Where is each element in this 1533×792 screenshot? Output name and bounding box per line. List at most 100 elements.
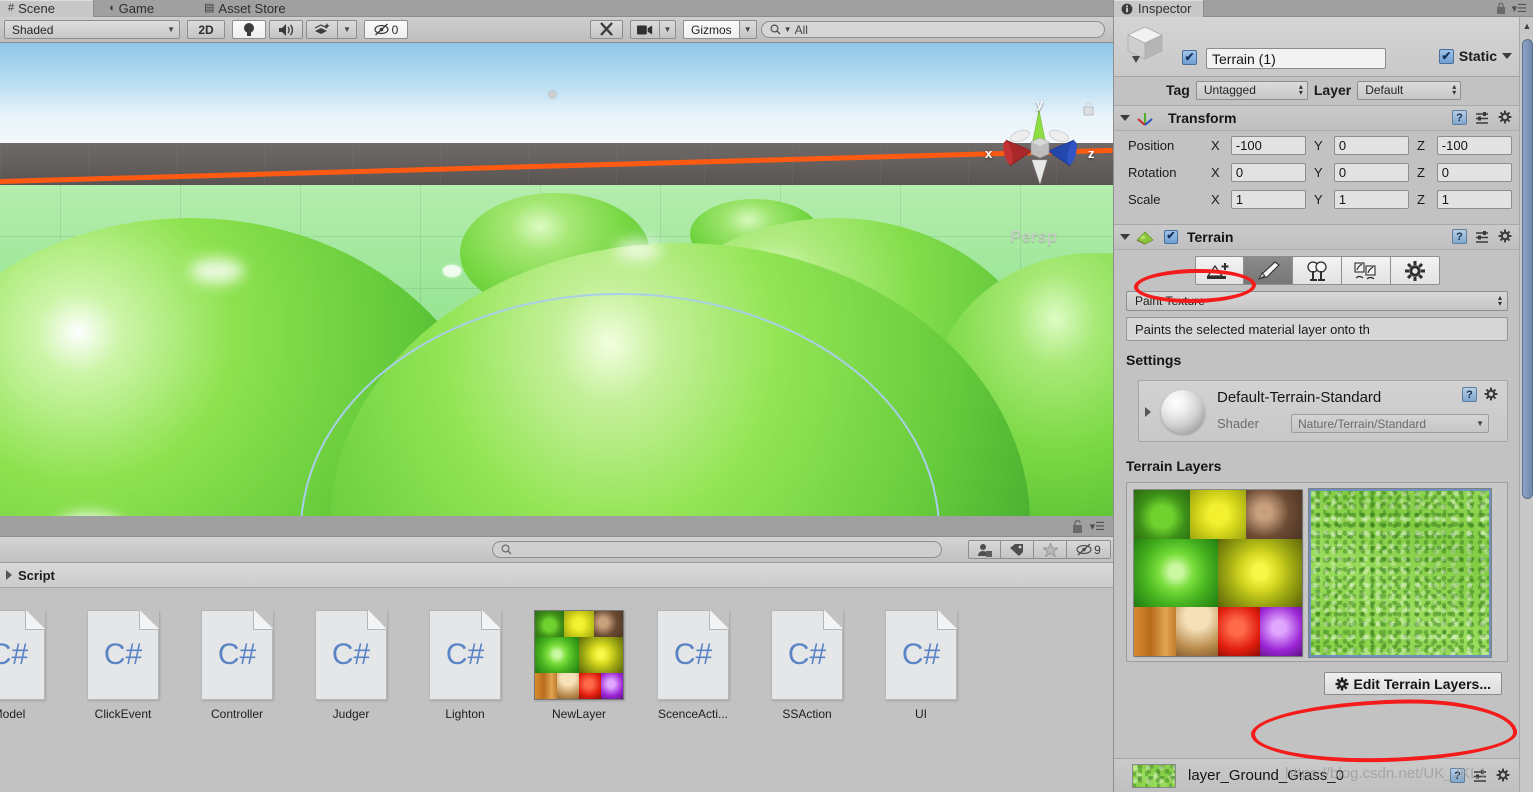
gear-icon[interactable] — [1498, 110, 1513, 125]
inspector-scrollbar[interactable]: ▲ — [1519, 17, 1533, 792]
scene-lighting-toggle[interactable] — [232, 20, 266, 39]
perspective-label: Persp — [1010, 227, 1058, 246]
rotation-z-input[interactable]: 0 — [1436, 163, 1512, 182]
list-item[interactable]: C# ScenceActi... — [636, 610, 750, 721]
list-item[interactable]: C# Model — [0, 610, 66, 721]
asset-thumbnail: C# — [885, 610, 957, 700]
scene-fx-dropdown[interactable]: ▼ — [338, 20, 357, 39]
csharp-file-icon: C# — [657, 610, 729, 700]
lock-icon[interactable] — [1082, 101, 1095, 116]
terrain-component-header[interactable]: ✔ Terrain ? — [1114, 224, 1520, 250]
toggle-2d-button[interactable]: 2D — [187, 20, 225, 39]
scale-z-input[interactable]: 1 — [1436, 190, 1512, 209]
list-item[interactable]: C# Judger — [294, 610, 408, 721]
transform-component-header[interactable]: Transform ? — [1114, 105, 1520, 131]
scene-audio-toggle[interactable] — [269, 20, 303, 39]
filter-by-type-button[interactable] — [968, 540, 1001, 559]
position-z-input[interactable]: -100 — [1436, 136, 1512, 155]
list-item[interactable]: NewLayer — [522, 610, 636, 721]
gameobject-cube-icon — [1127, 26, 1163, 63]
chevron-down-icon[interactable] — [1502, 53, 1512, 59]
paint-texture-tool[interactable] — [1243, 256, 1293, 285]
gameobject-enabled-checkbox[interactable]: ✔ — [1182, 50, 1197, 65]
gizmos-dropdown[interactable]: ▼ — [739, 20, 757, 39]
scene-pivot-dot — [549, 91, 556, 98]
position-x-input[interactable]: -100 — [1230, 136, 1307, 155]
gear-icon[interactable] — [1498, 229, 1513, 244]
scene-orientation-gizmo[interactable]: y x z — [985, 96, 1095, 208]
foldout-triangle-icon[interactable] — [1120, 115, 1130, 121]
raise-lower-terrain-tool[interactable] — [1194, 256, 1244, 285]
edit-terrain-layers-button[interactable]: Edit Terrain Layers... — [1323, 672, 1502, 695]
lock-icon[interactable] — [1495, 1, 1507, 15]
material-box[interactable]: Default-Terrain-Standard Shader Nature/T… — [1138, 380, 1508, 442]
hidden-objects-toggle[interactable]: 0 — [364, 20, 408, 39]
sky-gradient — [0, 43, 1113, 143]
help-icon[interactable]: ? — [1462, 387, 1477, 402]
scene-viewport[interactable]: Persp y x z — [0, 43, 1113, 516]
layer-dropdown[interactable]: Default ▴ ▾ — [1357, 80, 1462, 100]
rotation-x-input[interactable]: 0 — [1230, 163, 1307, 182]
filter-by-label-button[interactable] — [1001, 540, 1034, 559]
lock-icon[interactable] — [1071, 519, 1084, 534]
tab-scene[interactable]: # Scene — [0, 0, 94, 17]
scene-camera-dropdown[interactable]: ▼ — [660, 20, 676, 39]
axis-z-label: Z — [1417, 165, 1425, 180]
breadcrumb: Script — [0, 563, 1113, 588]
help-icon[interactable]: ? — [1452, 110, 1467, 125]
list-item[interactable]: C# ClickEvent — [66, 610, 180, 721]
preset-icon[interactable] — [1475, 111, 1490, 125]
scroll-up-icon[interactable]: ▲ — [1520, 19, 1533, 33]
material-foldout-icon[interactable] — [1145, 407, 1151, 417]
terrain-brush-cursor — [443, 265, 461, 277]
hamburger-menu-icon[interactable]: ▾☰ — [1512, 2, 1527, 15]
rotation-y-input[interactable]: 0 — [1333, 163, 1410, 182]
asset-thumbnail: C# — [429, 610, 501, 700]
chevron-right-icon[interactable] — [6, 570, 12, 580]
scene-tools-button[interactable] — [590, 20, 623, 39]
favorites-button[interactable] — [1034, 540, 1067, 559]
edit-terrain-layers-row: Edit Terrain Layers... — [1114, 672, 1520, 695]
paint-details-tool[interactable] — [1341, 256, 1391, 285]
position-y-input[interactable]: 0 — [1333, 136, 1410, 155]
terrain-mode-dropdown[interactable]: Paint Texture ▴ ▾ — [1126, 291, 1508, 311]
tag-dropdown[interactable]: Untagged ▴ ▾ — [1195, 80, 1308, 100]
search-icon — [770, 24, 781, 35]
tab-inspector[interactable]: Inspector — [1114, 0, 1205, 17]
gizmos-button[interactable]: Gizmos — [683, 20, 740, 39]
static-checkbox[interactable]: ✔ — [1438, 48, 1454, 64]
draw-mode-dropdown[interactable]: Shaded ▼ — [4, 20, 180, 39]
preset-icon[interactable] — [1475, 230, 1490, 244]
list-item[interactable]: C# UI — [864, 610, 978, 721]
lightbulb-icon — [244, 23, 254, 36]
tab-game[interactable]: ◖ Game — [100, 0, 188, 17]
asset-grid: C# Model C# ClickEvent — [0, 588, 1113, 792]
scene-search-input[interactable]: ▼ All — [760, 21, 1105, 38]
layer-value: Default — [1365, 83, 1404, 97]
scene-camera-button[interactable] — [630, 20, 660, 39]
gameobject-name-input[interactable]: Terrain (1) — [1206, 48, 1386, 69]
shader-dropdown[interactable]: Nature/Terrain/Standard ▼ — [1291, 414, 1489, 433]
scrollbar-thumb[interactable] — [1522, 39, 1533, 499]
terrain-settings-tool[interactable] — [1390, 256, 1440, 285]
scene-fx-toggle[interactable] — [306, 20, 338, 39]
hamburger-menu-icon[interactable]: ▾☰ — [1090, 520, 1105, 533]
gear-icon[interactable] — [1496, 768, 1511, 783]
gear-icon[interactable] — [1484, 387, 1499, 402]
foldout-triangle-icon[interactable] — [1120, 234, 1130, 240]
terrain-enabled-checkbox[interactable]: ✔ — [1164, 230, 1178, 244]
hidden-assets-count-button[interactable]: 9 — [1067, 540, 1111, 559]
list-item[interactable]: C# SSAction — [750, 610, 864, 721]
list-item[interactable]: C# Controller — [180, 610, 294, 721]
csharp-badge: C# — [445, 638, 485, 671]
help-icon[interactable]: ? — [1452, 229, 1467, 244]
project-search-input[interactable] — [492, 541, 942, 558]
place-trees-tool[interactable] — [1292, 256, 1342, 285]
scale-y-input[interactable]: 1 — [1333, 190, 1410, 209]
terrain-layer-item-newlayer[interactable] — [1133, 489, 1303, 657]
terrain-layer-item-grass[interactable] — [1308, 488, 1492, 658]
scale-x-input[interactable]: 1 — [1230, 190, 1307, 209]
axis-x-label: X — [1211, 192, 1220, 207]
tab-asset-store[interactable]: ▤ Asset Store — [196, 0, 346, 17]
list-item[interactable]: C# Lighton — [408, 610, 522, 721]
